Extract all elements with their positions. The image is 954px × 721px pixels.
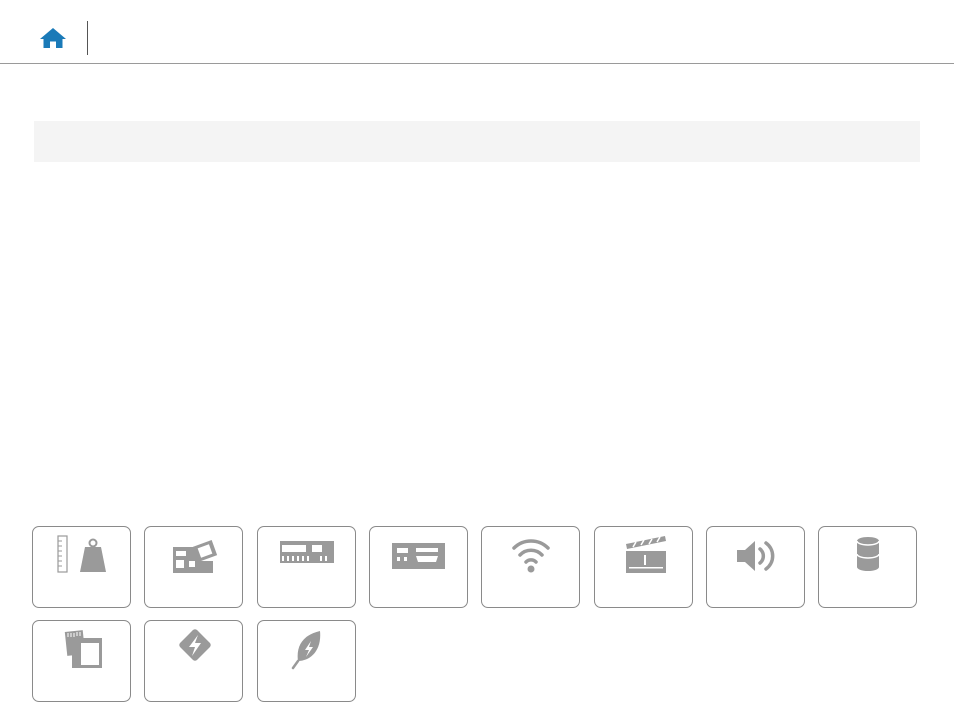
system-board-icon bbox=[173, 540, 218, 573]
dimensions-weight-icon bbox=[57, 535, 106, 573]
home-icon bbox=[40, 28, 66, 48]
tile-media-card[interactable] bbox=[32, 620, 131, 702]
video-icon bbox=[626, 536, 666, 573]
section-title-bar bbox=[34, 121, 920, 162]
tile-audio[interactable] bbox=[706, 526, 805, 608]
tile-storage[interactable] bbox=[818, 526, 917, 608]
ports-connectors-icon bbox=[392, 543, 445, 569]
media-card-icon bbox=[64, 630, 102, 668]
memory-icon bbox=[280, 541, 334, 563]
top-header bbox=[0, 0, 954, 64]
environmental-icon bbox=[291, 631, 321, 670]
home-button[interactable] bbox=[38, 26, 68, 50]
storage-icon bbox=[856, 537, 880, 571]
tile-ports-connectors[interactable] bbox=[369, 526, 468, 608]
power-icon bbox=[179, 629, 211, 661]
wireless-icon bbox=[512, 539, 550, 573]
tile-video[interactable] bbox=[594, 526, 693, 608]
tile-system-board[interactable] bbox=[144, 526, 243, 608]
tile-wireless[interactable] bbox=[481, 526, 580, 608]
tile-power[interactable] bbox=[144, 620, 243, 702]
tile-dimensions-weight[interactable] bbox=[32, 526, 131, 608]
tile-environmental[interactable] bbox=[257, 620, 356, 702]
header-divider bbox=[87, 21, 88, 55]
audio-icon bbox=[737, 541, 775, 571]
tile-memory[interactable] bbox=[257, 526, 356, 608]
